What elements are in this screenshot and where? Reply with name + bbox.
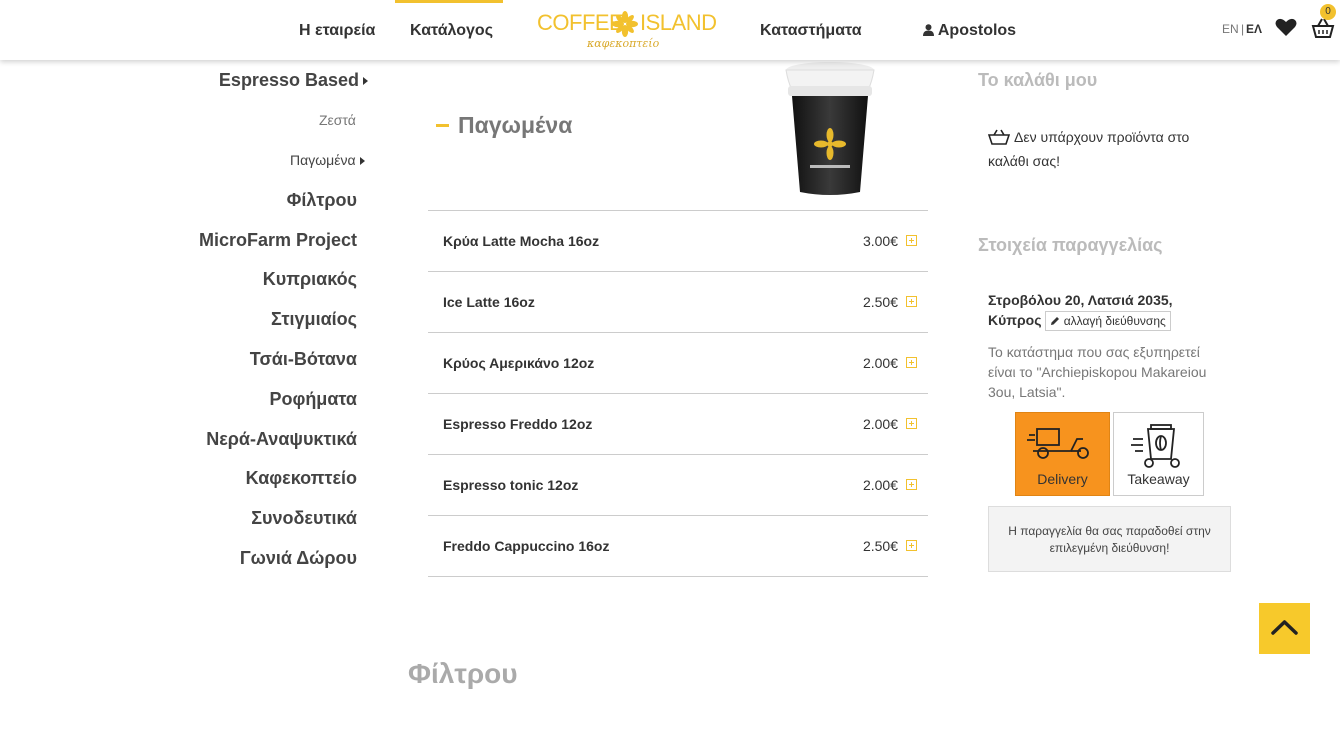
add-plus-icon[interactable]	[906, 418, 917, 429]
delivery-address: Στροβόλου 20, Λατσιά 2035, Κύπρος αλλαγή…	[988, 290, 1188, 331]
add-plus-icon[interactable]	[906, 296, 917, 307]
product-name: Freddo Cappuccino 16oz	[443, 538, 610, 554]
lang-el[interactable]: ΕΛ	[1246, 22, 1262, 36]
add-plus-icon[interactable]	[906, 357, 917, 368]
product-row[interactable]: Ice Latte 16oz 2.50€	[428, 272, 928, 333]
product-price: 2.00€	[862, 355, 898, 371]
product-price: 2.00€	[862, 416, 898, 432]
delivery-info-note: Η παραγγελία θα σας παραδοθεί στην επιλε…	[988, 506, 1231, 572]
sidebar-sub-hot[interactable]: Ζεστά	[319, 112, 356, 128]
product-price: 2.50€	[862, 294, 898, 310]
serving-store-note: Το κατάστημα που σας εξυπηρετεί είναι το…	[988, 344, 1207, 400]
product-row[interactable]: Espresso Freddo 12oz 2.00€	[428, 394, 928, 455]
basket-icon	[988, 129, 1010, 145]
nav-catalog[interactable]: Κατάλογος	[410, 22, 493, 40]
takeaway-cup-icon	[1130, 424, 1180, 468]
cart-title: Το καλάθι μου	[978, 70, 1098, 90]
sidebar-item-water-soft-drinks[interactable]: Νερά-Αναψυκτικά	[206, 429, 357, 450]
sidebar-item-label: Espresso Based	[218, 70, 359, 90]
product-price: 3.00€	[862, 233, 898, 249]
iced-coffee-cup-image	[785, 62, 875, 195]
product-row[interactable]: Espresso tonic 12oz 2.00€	[428, 455, 928, 516]
product-name: Espresso tonic 12oz	[443, 477, 579, 493]
add-plus-icon[interactable]	[906, 235, 917, 246]
product-name: Espresso Freddo 12oz	[443, 416, 593, 432]
sidebar-item-espresso-based[interactable]: Espresso Based	[219, 70, 368, 91]
user-name: Apostolos	[937, 22, 1017, 39]
nav-stores[interactable]: Καταστήματα	[760, 22, 862, 40]
heart-icon[interactable]	[1275, 17, 1297, 37]
section-title: Παγωμένα	[458, 112, 573, 138]
logo-tagline: καφεκοπτείο	[587, 37, 660, 50]
takeaway-option-button[interactable]: Takeaway	[1113, 412, 1204, 496]
delivery-option-button[interactable]: Delivery	[1015, 412, 1110, 496]
sidebar-item-beverages[interactable]: Ροφήματα	[269, 389, 357, 410]
delivery-label: Delivery	[1037, 471, 1088, 487]
lang-en[interactable]: EN	[1222, 22, 1239, 36]
section-dash	[436, 124, 449, 127]
cart-icon[interactable]	[1311, 17, 1335, 39]
add-plus-icon[interactable]	[906, 479, 917, 490]
user-icon	[923, 24, 934, 36]
sidebar-item-filter[interactable]: Φίλτρου	[287, 190, 357, 211]
pencil-icon	[1051, 317, 1060, 325]
sidebar-item-label: Παγωμένα	[290, 152, 356, 168]
product-name: Κρύος Αμερικάνο 12oz	[443, 355, 595, 371]
cart-empty-message: Δεν υπάρχουν προϊόντα στο καλάθι σας!	[988, 125, 1218, 173]
product-name: Κρύα Latte Mocha 16oz	[443, 233, 600, 249]
sidebar-item-gift-corner[interactable]: Γωνιά Δώρου	[240, 548, 357, 569]
nav-active-indicator	[395, 0, 503, 3]
top-header: Η εταιρεία Κατάλογος COFFEE ISLAND καφεκ…	[0, 0, 1340, 60]
sidebar-sub-iced[interactable]: Παγωμένα	[290, 152, 365, 168]
logo-brand-right: ISLAND	[640, 10, 717, 35]
takeaway-label: Takeaway	[1127, 471, 1190, 487]
change-address-button[interactable]: αλλαγή διεύθυνσης	[1045, 311, 1171, 331]
order-details-title: Στοιχεία παραγγελίας	[978, 235, 1163, 255]
flower-icon	[612, 11, 638, 37]
caret-right-icon	[359, 157, 365, 166]
sidebar-item-cypriot[interactable]: Κυπριακός	[263, 269, 357, 290]
lang-separator: |	[1241, 22, 1245, 36]
caret-right-icon	[363, 77, 368, 86]
cart-count-badge: 0	[1320, 4, 1336, 20]
nav-user[interactable]: Apostolos	[923, 22, 1016, 40]
chevron-up-icon	[1271, 620, 1298, 635]
product-row[interactable]: Κρύος Αμερικάνο 12oz 2.00€	[428, 333, 928, 394]
coffee-island-logo[interactable]: COFFEE ISLAND καφεκοπτείο	[537, 10, 717, 52]
delivery-scooter-icon	[1026, 428, 1089, 459]
sidebar-item-roastery[interactable]: Καφεκοπτείο	[246, 468, 357, 489]
product-list: Κρύα Latte Mocha 16oz 3.00€ Ice Latte 16…	[428, 210, 928, 577]
product-price: 2.00€	[862, 477, 898, 493]
cart-empty-text: Δεν υπάρχουν προϊόντα στο καλάθι σας!	[988, 129, 1190, 169]
sidebar-item-microfarm[interactable]: MicroFarm Project	[199, 230, 357, 251]
scroll-to-top-button[interactable]	[1259, 603, 1310, 654]
sidebar-item-accompaniments[interactable]: Συνοδευτικά	[251, 508, 357, 529]
product-name: Ice Latte 16oz	[443, 294, 535, 310]
product-row[interactable]: Κρύα Latte Mocha 16oz 3.00€	[428, 211, 928, 272]
sidebar-item-instant[interactable]: Στιγμιαίος	[271, 309, 357, 330]
product-row[interactable]: Freddo Cappuccino 16oz 2.50€	[428, 516, 928, 577]
change-address-label: αλλαγή διεύθυνσης	[1063, 314, 1166, 328]
product-price: 2.50€	[862, 538, 898, 554]
add-plus-icon[interactable]	[906, 540, 917, 551]
nav-company[interactable]: Η εταιρεία	[299, 22, 375, 40]
next-section-title: Φίλτρου	[408, 658, 518, 689]
sidebar-item-tea[interactable]: Τσάι-Βότανα	[250, 349, 357, 370]
